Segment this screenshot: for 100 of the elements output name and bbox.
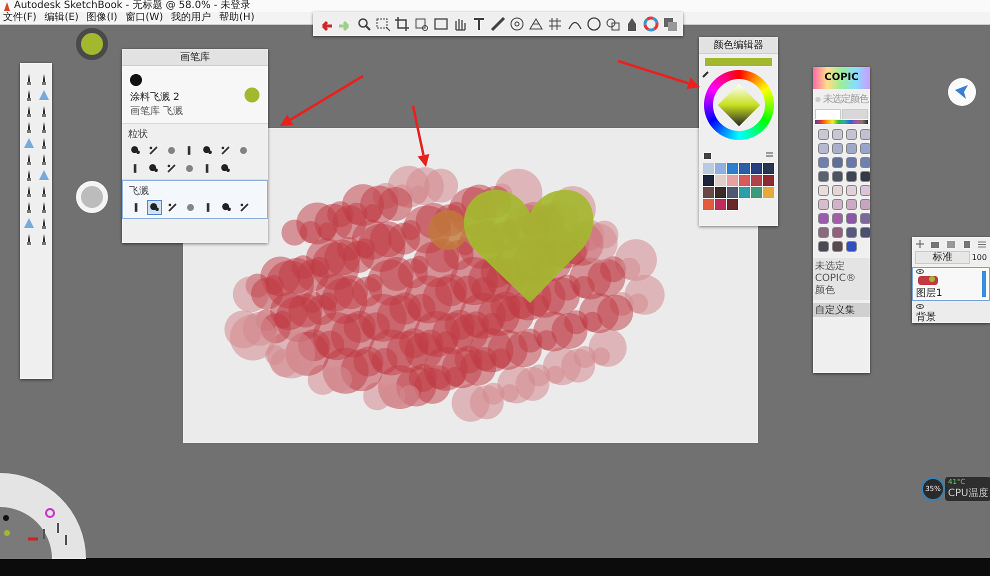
marker-swatch[interactable] [846, 129, 857, 140]
menu-item[interactable]: 图像(I) [86, 12, 118, 24]
marker-swatch[interactable] [846, 185, 857, 196]
marker-swatch[interactable] [818, 241, 829, 252]
marker-swatch[interactable] [832, 185, 843, 196]
marker-swatch[interactable] [818, 143, 829, 154]
marker-swatch[interactable] [846, 227, 857, 238]
marker-swatch[interactable] [846, 143, 857, 154]
marker-swatch[interactable] [832, 227, 843, 238]
color-swatch[interactable] [715, 187, 726, 198]
marker-swatch[interactable] [846, 241, 857, 252]
eye-icon[interactable] [916, 268, 924, 274]
marker-swatch[interactable] [818, 185, 829, 196]
marker-swatch[interactable] [860, 171, 870, 182]
color-swatch[interactable] [739, 175, 750, 186]
color-swatch[interactable] [703, 187, 714, 198]
marker-swatch[interactable] [818, 213, 829, 224]
marker-swatch[interactable] [818, 157, 829, 168]
color-swatch[interactable] [703, 163, 714, 174]
marker-swatch[interactable] [818, 129, 829, 140]
color-swatch[interactable] [763, 187, 774, 198]
color-swatch[interactable] [727, 163, 738, 174]
color-swatch[interactable] [763, 163, 774, 174]
marker-swatch[interactable] [860, 129, 870, 140]
marker-swatch[interactable] [818, 199, 829, 210]
color-puck[interactable] [76, 28, 108, 60]
color-swatch[interactable] [715, 199, 726, 210]
marker-swatch[interactable] [846, 199, 857, 210]
brush-lagoon-drawing[interactable] [0, 473, 86, 559]
color-swatch[interactable] [763, 175, 774, 186]
brush-tip-icon [130, 74, 142, 86]
menu-icon[interactable] [978, 240, 986, 248]
brush-set-label: 粒状 [128, 128, 149, 141]
marker-swatch[interactable] [832, 157, 843, 168]
color-wheel-icon[interactable] [643, 16, 660, 32]
blend-mode-dropdown[interactable]: 标准 [915, 251, 970, 264]
opacity-slider-fill[interactable] [982, 271, 986, 297]
rectangle-icon[interactable] [432, 16, 449, 32]
copic-status: 未选定颜色 [823, 92, 868, 106]
menu-item[interactable]: 窗口(W) [125, 12, 164, 24]
ellipse-icon[interactable] [509, 16, 526, 32]
marker-swatch[interactable] [860, 213, 870, 224]
ruler-icon[interactable] [490, 16, 506, 32]
marker-swatch[interactable] [832, 241, 843, 252]
panel-title: 颜色编辑器 [699, 37, 778, 54]
marker-swatch[interactable] [832, 213, 843, 224]
color-swatch[interactable] [715, 175, 726, 186]
marker-swatch[interactable] [818, 227, 829, 238]
color-swatch[interactable] [751, 175, 762, 186]
color-swatch[interactable] [739, 163, 750, 174]
menu-item[interactable]: 编辑(E) [44, 12, 79, 24]
copic-selection-status: 未选定 COPIC® 颜色 [815, 261, 857, 297]
color-strip[interactable] [815, 120, 868, 124]
color-swatch[interactable] [703, 199, 714, 210]
layer-row[interactable]: 图层1 [912, 267, 990, 301]
transform-icon[interactable] [413, 16, 430, 32]
color-swatch[interactable] [703, 175, 714, 186]
brush-size-puck[interactable] [76, 181, 108, 213]
marker-swatch[interactable] [846, 157, 857, 168]
cpu-label: CPU温度 [948, 486, 988, 500]
canvas-paper[interactable] [183, 128, 758, 443]
layer-row[interactable]: 背景 [912, 301, 990, 323]
marker-swatch[interactable] [832, 199, 843, 210]
selection-icon[interactable] [375, 16, 392, 32]
marker-swatch[interactable] [846, 171, 857, 182]
marker-swatch[interactable] [832, 129, 843, 140]
window-title: Autodesk SketchBook - 无标题 @ 58.0% - 未登录 [14, 0, 251, 12]
eye-icon[interactable] [916, 304, 924, 309]
color-swatch[interactable] [727, 199, 738, 210]
custom-set-label[interactable]: 自定义集 [813, 303, 870, 317]
perspective-icon[interactable] [528, 16, 544, 32]
menu-item[interactable]: 帮助(H) [219, 12, 254, 24]
circle-icon[interactable] [586, 16, 602, 32]
marker-swatch[interactable] [818, 171, 829, 182]
marker-swatch[interactable] [860, 185, 870, 196]
menu-item[interactable]: 文件(F) [3, 12, 37, 24]
color-swatch[interactable] [751, 163, 762, 174]
marker-swatch[interactable] [860, 199, 870, 210]
menu-item[interactable]: 我的用户 [171, 12, 212, 24]
crop-icon[interactable] [394, 16, 410, 32]
color-swatch[interactable] [727, 175, 738, 186]
marker-swatch[interactable] [860, 143, 870, 154]
shapes-icon[interactable] [604, 16, 621, 32]
add-layer-icon[interactable] [916, 240, 924, 248]
current-color-bar [705, 58, 772, 66]
marker-swatch[interactable] [832, 143, 843, 154]
app-icon [3, 2, 11, 10]
marker-swatch[interactable] [860, 157, 870, 168]
color-swatch[interactable] [727, 187, 738, 198]
layers-icon[interactable] [662, 16, 678, 32]
color-swatch[interactable] [739, 187, 750, 198]
marker-swatch[interactable] [860, 227, 870, 238]
marker-swatch[interactable] [832, 171, 843, 182]
marker-swatch[interactable] [846, 213, 857, 224]
grid-icon[interactable] [547, 16, 564, 32]
brush-preset[interactable] [147, 200, 162, 215]
opacity-value: 100 [972, 253, 987, 262]
search-icon[interactable] [356, 16, 372, 32]
color-swatch[interactable] [751, 187, 762, 198]
color-swatch[interactable] [715, 163, 726, 174]
